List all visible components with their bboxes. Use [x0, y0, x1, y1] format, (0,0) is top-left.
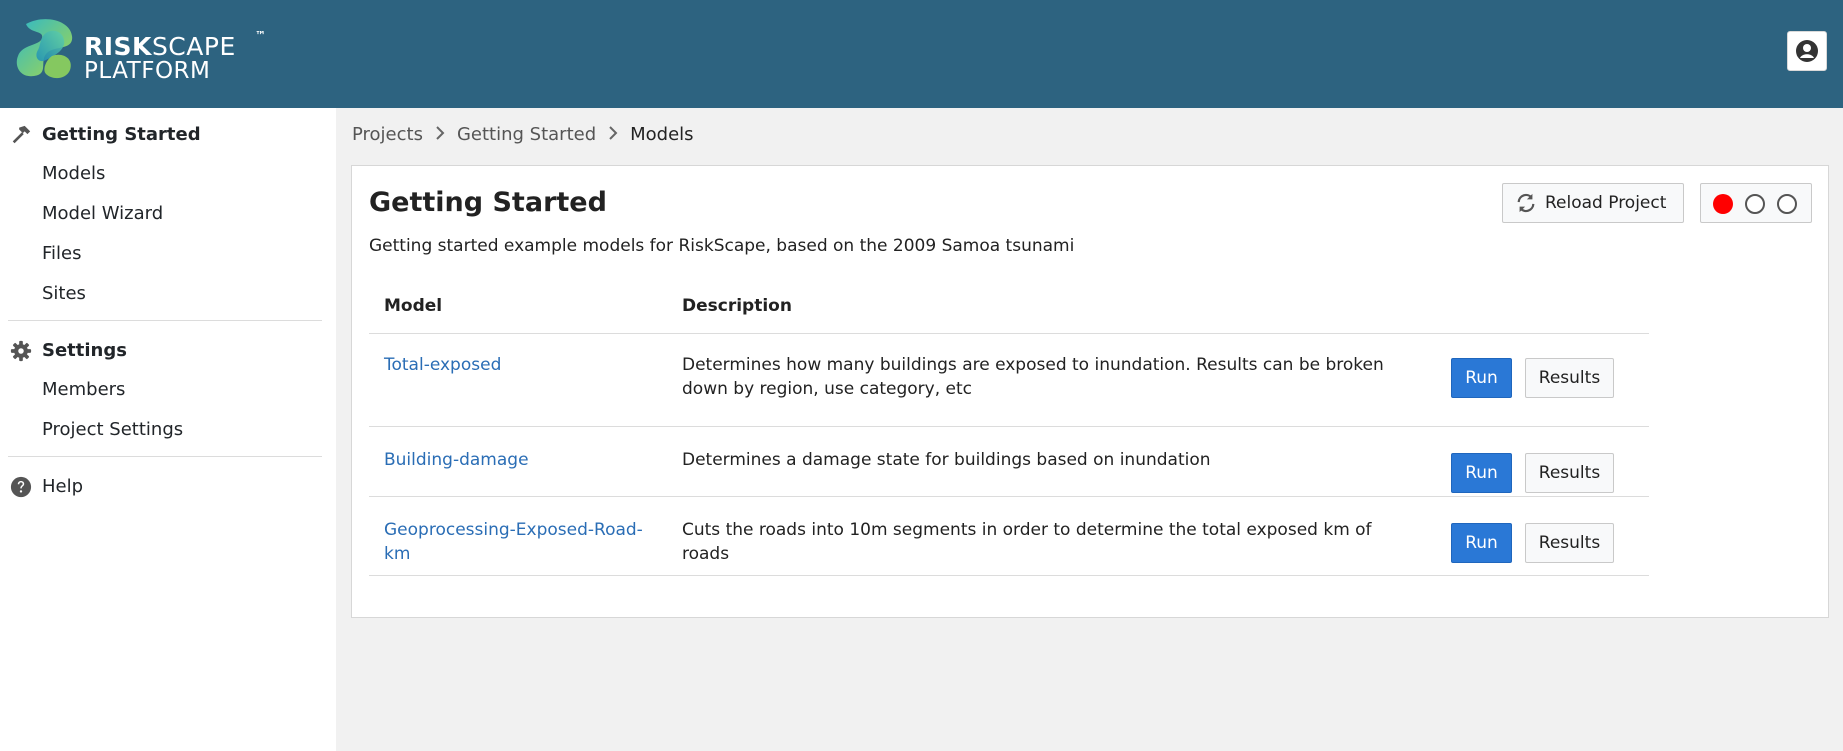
chevron-right-icon	[435, 125, 445, 144]
run-button[interactable]: Run	[1451, 523, 1512, 563]
sidebar-divider	[8, 456, 322, 457]
status-dot-inactive	[1777, 194, 1797, 214]
logo-risk-text: RISK	[84, 32, 152, 61]
table-divider	[369, 575, 1649, 576]
status-indicator	[1700, 183, 1812, 223]
results-button[interactable]: Results	[1525, 523, 1614, 563]
breadcrumb-item-projects[interactable]: Projects	[352, 124, 423, 145]
column-header-model: Model	[384, 296, 443, 316]
logo-platform-text: PLATFORM	[84, 58, 211, 84]
table-divider	[369, 426, 1649, 427]
breadcrumb-item-models: Models	[630, 124, 694, 145]
sidebar-section-settings[interactable]: Settings	[0, 330, 336, 370]
model-link-geoprocessing-exposed-road-km[interactable]: Geoprocessing-Exposed-Road-km	[384, 518, 644, 566]
sidebar-section-settings-label: Settings	[42, 340, 127, 361]
breadcrumb-item-getting-started[interactable]: Getting Started	[457, 124, 596, 145]
column-header-description: Description	[682, 296, 792, 316]
page-title: Getting Started	[369, 187, 607, 218]
top-navbar: RISKSCAPE ™ PLATFORM	[0, 0, 1843, 108]
refresh-icon	[1517, 193, 1535, 213]
project-description: Getting started example models for RiskS…	[369, 236, 1075, 256]
status-dot-active	[1713, 194, 1733, 214]
chevron-right-icon	[608, 125, 618, 144]
sidebar-item-files[interactable]: Files	[42, 243, 82, 264]
question-circle-icon	[10, 476, 32, 498]
riskscape-logo[interactable]: RISKSCAPE ™ PLATFORM	[12, 16, 272, 86]
logo-scape-text: SCAPE	[151, 32, 236, 61]
reload-project-label: Reload Project	[1545, 193, 1667, 213]
logo-trademark: ™	[255, 29, 266, 42]
run-button[interactable]: Run	[1451, 453, 1512, 493]
reload-project-button[interactable]: Reload Project	[1502, 183, 1684, 223]
results-button[interactable]: Results	[1525, 358, 1614, 398]
model-link-total-exposed[interactable]: Total-exposed	[384, 353, 644, 377]
sidebar-section-project[interactable]: Getting Started	[0, 114, 336, 154]
model-link-building-damage[interactable]: Building-damage	[384, 448, 644, 472]
table-divider	[369, 333, 1649, 334]
status-dot-inactive	[1745, 194, 1765, 214]
logo-wordmark: RISKSCAPE ™ PLATFORM	[84, 30, 266, 84]
sidebar-item-sites[interactable]: Sites	[42, 283, 86, 304]
user-menu-button[interactable]	[1787, 31, 1827, 71]
model-description: Determines a damage state for buildings …	[682, 450, 1211, 470]
sidebar-section-project-label: Getting Started	[42, 124, 201, 145]
sidebar-item-help-label: Help	[42, 476, 84, 497]
sidebar-item-help[interactable]: Help	[0, 466, 336, 506]
sidebar-item-model-wizard[interactable]: Model Wizard	[42, 203, 163, 224]
riskscape-logo-mark	[16, 19, 73, 79]
sidebar-item-members[interactable]: Members	[42, 379, 125, 400]
breadcrumb: Projects Getting Started Models	[352, 124, 694, 145]
results-button[interactable]: Results	[1525, 453, 1614, 493]
sidebar-divider	[8, 320, 322, 321]
model-description: Determines how many buildings are expose…	[682, 355, 1384, 399]
user-circle-icon	[1796, 40, 1818, 62]
hammer-icon	[12, 125, 31, 144]
project-card: Getting Started Getting started example …	[351, 165, 1829, 618]
table-divider	[369, 496, 1649, 497]
run-button[interactable]: Run	[1451, 358, 1512, 398]
sidebar-item-models[interactable]: Models	[42, 163, 105, 184]
gear-icon	[10, 340, 32, 362]
model-description: Cuts the roads into 10m segments in orde…	[682, 520, 1372, 564]
sidebar: Getting Started Models Model Wizard File…	[0, 108, 336, 751]
sidebar-item-project-settings[interactable]: Project Settings	[42, 419, 183, 440]
